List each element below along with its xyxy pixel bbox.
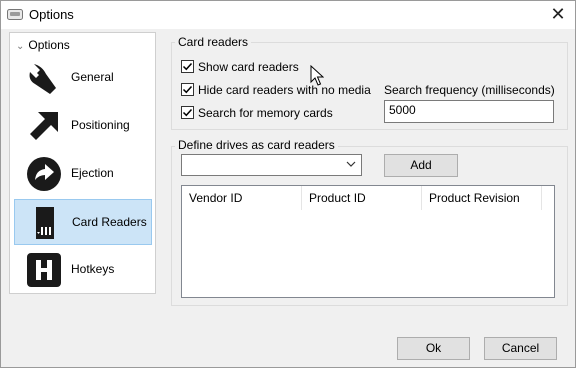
ok-button[interactable]: Ok bbox=[397, 337, 470, 360]
title-bar: Options ✕ bbox=[1, 1, 575, 29]
show-card-readers-label[interactable]: Show card readers bbox=[198, 60, 299, 74]
eject-arrow-icon bbox=[26, 156, 62, 192]
column-header-vendor-id[interactable]: Vendor ID bbox=[182, 186, 302, 210]
window-title: Options bbox=[29, 7, 74, 22]
wrench-icon bbox=[26, 60, 62, 96]
define-drives-group-title: Define drives as card readers bbox=[175, 138, 338, 152]
arrow-icon bbox=[26, 108, 62, 144]
checkmark-icon bbox=[182, 108, 193, 117]
sidebar-header-label: Options bbox=[28, 38, 70, 52]
sidebar: ⌄ Options General Positioning Ejection C… bbox=[9, 32, 156, 294]
cancel-button[interactable]: Cancel bbox=[484, 337, 557, 360]
column-header-product-id[interactable]: Product ID bbox=[302, 186, 422, 210]
sidebar-item-label: Card Readers bbox=[72, 215, 147, 229]
sidebar-item-ejection[interactable]: Ejection bbox=[14, 151, 152, 197]
h-key-icon bbox=[26, 252, 62, 288]
hide-no-media-label[interactable]: Hide card readers with no media bbox=[198, 83, 371, 97]
sidebar-item-label: Positioning bbox=[71, 118, 130, 132]
hide-no-media-checkbox[interactable] bbox=[181, 83, 194, 96]
card-readers-group-title: Card readers bbox=[175, 35, 252, 49]
collapse-chevron-icon[interactable]: ⌄ bbox=[16, 41, 24, 52]
search-memory-cards-label[interactable]: Search for memory cards bbox=[198, 106, 333, 120]
sidebar-item-general[interactable]: General bbox=[14, 55, 152, 101]
search-frequency-label: Search frequency (milliseconds) bbox=[384, 83, 555, 97]
sd-card-icon bbox=[27, 205, 63, 241]
column-header-product-revision[interactable]: Product Revision bbox=[422, 186, 542, 210]
search-memory-cards-checkbox[interactable] bbox=[181, 106, 194, 119]
sidebar-item-positioning[interactable]: Positioning bbox=[14, 103, 152, 149]
mouse-cursor-icon bbox=[310, 64, 325, 90]
options-window: Options ✕ ⌄ Options General Positioning bbox=[0, 0, 576, 368]
sidebar-item-hotkeys[interactable]: Hotkeys bbox=[14, 247, 152, 293]
add-button[interactable]: Add bbox=[384, 154, 458, 177]
app-icon bbox=[7, 7, 23, 21]
sidebar-header[interactable]: ⌄ Options bbox=[16, 38, 70, 52]
close-button[interactable]: ✕ bbox=[547, 4, 569, 24]
sidebar-item-card-readers[interactable]: Card Readers bbox=[14, 199, 152, 245]
sidebar-item-label: General bbox=[71, 70, 114, 84]
checkmark-icon bbox=[182, 62, 193, 71]
drive-select[interactable] bbox=[181, 154, 362, 176]
sidebar-item-label: Ejection bbox=[71, 166, 114, 180]
show-card-readers-checkbox[interactable] bbox=[181, 60, 194, 73]
search-frequency-input[interactable]: 5000 bbox=[384, 100, 554, 123]
sidebar-item-label: Hotkeys bbox=[71, 262, 115, 276]
checkmark-icon bbox=[182, 85, 193, 94]
chevron-down-icon bbox=[346, 158, 356, 173]
card-reader-table[interactable]: Vendor ID Product ID Product Revision bbox=[181, 185, 555, 298]
